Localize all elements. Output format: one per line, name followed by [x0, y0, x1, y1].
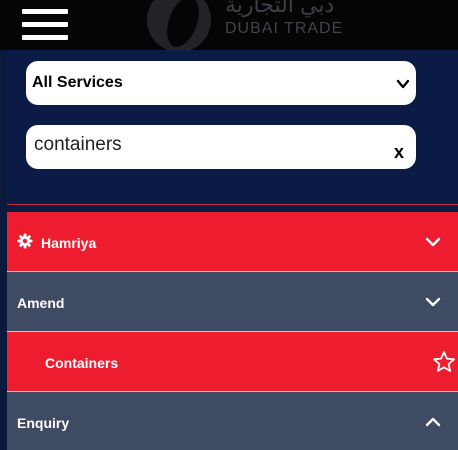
chevron-down-icon[interactable]	[425, 294, 441, 310]
star-outline-icon[interactable]	[432, 350, 456, 374]
logo[interactable]: دبي التجارية DUBAI TRADE	[135, 0, 355, 50]
clear-search-button[interactable]: x	[394, 143, 404, 161]
mobile-frame: دبي التجارية DUBAI TRADE All Services x	[0, 0, 458, 450]
chevron-down-icon	[396, 79, 410, 89]
logo-mark	[147, 0, 211, 50]
menu-item-label: Enquiry	[17, 415, 70, 431]
menu-item-enquiry[interactable]: Enquiry	[7, 392, 458, 450]
hamburger-icon[interactable]	[22, 9, 68, 41]
menu-item-amend[interactable]: Amend	[7, 272, 458, 332]
service-menu: Hamriya Amend Containers Enquiry	[7, 212, 458, 450]
service-select-value: All Services	[32, 74, 123, 91]
divider	[7, 204, 458, 205]
menu-item-hamriya[interactable]: Hamriya	[7, 212, 458, 272]
logo-arabic-text: دبي التجارية	[225, 0, 335, 17]
search-field[interactable]: x	[26, 125, 416, 169]
logo-text: DUBAI TRADE	[225, 20, 344, 37]
gear-icon	[17, 233, 33, 249]
menu-item-label: Amend	[17, 295, 65, 311]
chevron-down-icon[interactable]	[425, 234, 441, 250]
search-input[interactable]	[34, 133, 374, 157]
search-panel: All Services x	[7, 50, 458, 210]
chevron-up-icon[interactable]	[425, 414, 441, 430]
menu-item-containers[interactable]: Containers	[7, 332, 458, 392]
menu-item-label: Containers	[45, 355, 119, 371]
top-bar: دبي التجارية DUBAI TRADE	[0, 0, 458, 50]
service-select[interactable]: All Services	[26, 61, 416, 105]
menu-item-label: Hamriya	[41, 235, 97, 251]
